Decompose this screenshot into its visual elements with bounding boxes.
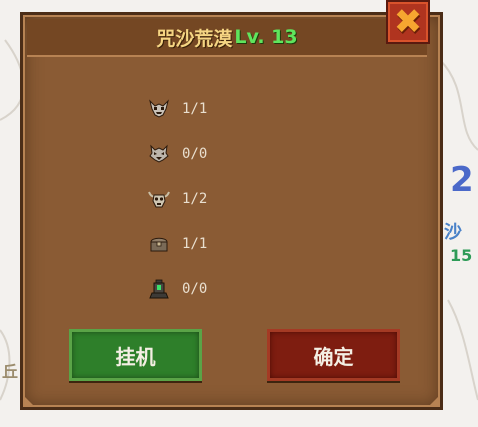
horned-skull-count: 1/1 xyxy=(182,101,208,117)
bull-skull-icon xyxy=(148,191,170,208)
lantern-count: 0/0 xyxy=(182,281,208,297)
demon-mask-icon xyxy=(149,144,169,163)
bull-skull-count: 1/2 xyxy=(182,191,208,207)
close-icon: ✖ xyxy=(393,2,423,42)
map-region-label[interactable]: 沙 xyxy=(444,218,462,244)
list-item: 1/2 xyxy=(148,188,207,210)
treasure-chest-icon xyxy=(150,237,168,252)
stage-name: 咒沙荒漠 xyxy=(156,27,233,50)
list-item: 1/1 xyxy=(148,98,207,120)
dialog-title-bar: 咒沙荒漠 Lv. 13 xyxy=(27,19,427,57)
corner-ornament-icon xyxy=(428,395,440,407)
map-level-digit: 2 xyxy=(450,160,474,200)
treasure-chest-count: 1/1 xyxy=(182,236,208,252)
list-item: 0/0 xyxy=(148,278,207,300)
lantern-icon xyxy=(149,279,169,299)
list-item: 1/1 xyxy=(148,233,207,255)
idle-button[interactable]: 挂机 xyxy=(69,329,202,381)
map-left-label: 丘 xyxy=(2,362,19,381)
stage-level: Lv. 13 xyxy=(234,26,298,48)
stage-info-dialog: 咒沙荒漠 Lv. 13 1/1 0/0 1/2 1/1 0/0 挂机 确定 xyxy=(20,12,443,410)
demon-mask-count: 0/0 xyxy=(182,146,208,162)
horned-skull-icon xyxy=(149,99,169,118)
confirm-button[interactable]: 确定 xyxy=(267,329,400,381)
list-item: 0/0 xyxy=(148,143,207,165)
close-button[interactable]: ✖ xyxy=(386,0,430,44)
map-region-level: 15 xyxy=(450,246,473,265)
corner-ornament-icon xyxy=(23,395,35,407)
